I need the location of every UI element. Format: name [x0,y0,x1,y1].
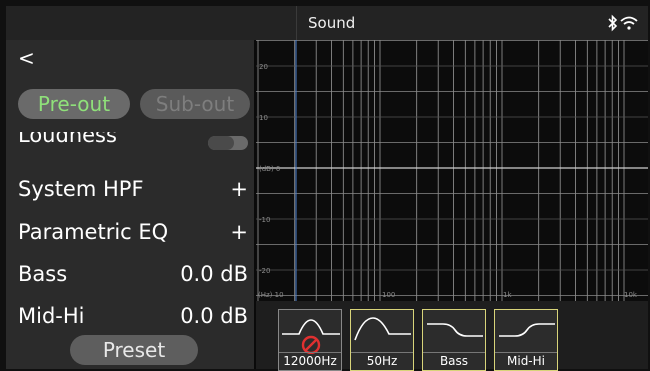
bass-row[interactable]: Bass 0.0 dB [18,259,248,289]
x-label-1k: 1k [503,291,512,299]
loudness-toggle[interactable] [208,136,248,150]
filter-caption: 12000Hz [283,354,337,368]
parametric-eq-row[interactable]: Parametric EQ + [18,217,248,247]
system-hpf-label: System HPF [18,177,144,201]
preset-button[interactable]: Preset [70,335,198,365]
bluetooth-icon [608,14,618,32]
settings-panel: < Pre-out Sub-out Loudness System HPF + … [6,40,254,369]
filter-card-divider [423,352,485,353]
filter-caption: 50Hz [366,354,398,368]
high-shelf-icon [499,323,555,337]
loudness-label: Loudness [18,132,117,147]
x-label-100: 100 [382,291,395,299]
filter-card-mid-hi[interactable]: Mid-Hi [494,309,558,371]
back-button[interactable]: < [18,46,35,70]
system-hpf-add-icon[interactable]: + [230,174,248,204]
y-label-neg20: -20 [259,267,270,275]
y-label-neg10: -10 [259,216,270,224]
peak-curve-disabled-icon [282,319,340,354]
low-shelf-icon [427,323,483,337]
y-label-20: 20 [259,63,268,71]
mid-hi-value: 0.0 dB [180,304,248,328]
eq-response-graph[interactable]: 20 10 (dB) 0 -10 -20 (Hz) 10 100 1k 10k [256,40,648,301]
system-hpf-row[interactable]: System HPF + [18,174,248,204]
parametric-eq-label: Parametric EQ [18,220,169,244]
tab-sub-out[interactable]: Sub-out [140,89,250,119]
y-label-0: (dB) 0 [259,165,280,173]
filter-card-divider [351,352,413,353]
filter-card-12000hz[interactable]: 12000Hz [278,309,342,371]
mid-hi-label: Mid-Hi [18,304,85,328]
y-label-10: 10 [259,114,268,122]
screen-title: Sound [308,14,356,32]
wifi-icon [620,16,638,30]
filter-card-divider [495,352,557,353]
peak-curve-icon [354,317,411,341]
filter-strip: 12000Hz 50Hz Bass Mid-Hi [256,301,648,371]
filter-caption: Bass [439,354,469,368]
filter-caption: Mid-Hi [507,354,545,368]
x-label-10: (Hz) 10 [258,291,284,299]
filter-card-bass[interactable]: Bass [422,309,486,371]
x-label-10k: 10k [624,291,638,299]
status-bar: Sound [6,6,648,40]
filter-card-50hz[interactable]: 50Hz [350,309,414,371]
mid-hi-row[interactable]: Mid-Hi 0.0 dB [18,301,248,331]
status-icons [606,13,640,33]
loudness-row: Loudness [18,132,248,154]
status-divider [296,6,297,40]
filter-card-divider [279,352,341,353]
parametric-eq-add-icon[interactable]: + [230,217,248,247]
bass-label: Bass [18,262,68,286]
bass-value: 0.0 dB [180,262,248,286]
tab-pre-out[interactable]: Pre-out [18,89,130,119]
sound-screen: Sound < Pre-out Sub-out Loudness System [6,6,648,371]
